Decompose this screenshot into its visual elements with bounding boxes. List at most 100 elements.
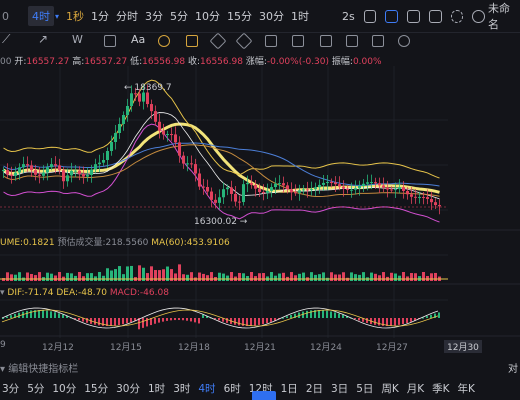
macd-bar [146, 318, 148, 327]
volume-bar [274, 275, 277, 281]
bottom-tf-3h[interactable]: 3时 [173, 381, 190, 396]
candle-body [58, 165, 61, 171]
macd-bar [174, 318, 176, 321]
macd-bar [310, 310, 312, 318]
candle-body [130, 93, 133, 106]
macd-bar [122, 318, 124, 325]
candle-body [410, 194, 413, 197]
candle-body [14, 172, 17, 176]
volume-bar [294, 275, 297, 281]
macd-bar [226, 318, 228, 323]
volume-ma: MA(60):453.9106 [151, 238, 230, 248]
macd-bar [286, 316, 288, 318]
candle-body [94, 164, 97, 170]
candle-body [50, 164, 53, 168]
bottom-tf-3d[interactable]: 3日 [331, 381, 348, 396]
volume-bar [18, 272, 21, 281]
macd-bar [186, 318, 188, 321]
candle-body [282, 183, 285, 186]
candle-body [398, 187, 401, 190]
macd-bar [38, 310, 40, 318]
candle-body [306, 189, 309, 191]
candle-body [370, 182, 373, 184]
volume-bar [202, 273, 205, 281]
date-tick: 12月27 [376, 343, 408, 353]
macd-bar [42, 310, 44, 318]
candle-body [234, 193, 237, 202]
volume-bar [262, 273, 265, 281]
candle-body [434, 202, 437, 206]
volume-bar [354, 274, 357, 281]
collapse-tab[interactable] [252, 391, 276, 400]
bottom-tf-5d[interactable]: 5日 [356, 381, 373, 396]
bottom-tf-week[interactable]: 周K [381, 381, 398, 396]
bottom-tf-15m[interactable]: 15分 [84, 381, 108, 396]
date-tick: 12月24 [310, 343, 342, 353]
candle-body [302, 189, 305, 191]
candle-body [406, 190, 409, 195]
candle-body [222, 189, 225, 198]
edit-indicator-bar[interactable]: 编辑快捷指标栏 [8, 364, 78, 375]
candle-body [262, 192, 265, 194]
macd-bar [158, 318, 160, 323]
volume-bar [198, 272, 201, 281]
volume-bar [46, 272, 49, 281]
candle-body [314, 187, 317, 190]
bottom-tf-4h[interactable]: 4时 [198, 381, 215, 396]
bottom-tf-quarter[interactable]: 季K [432, 381, 449, 396]
indicator-row-right[interactable]: 对 [508, 360, 518, 375]
macd-bar [330, 311, 332, 318]
macd-bar [378, 318, 380, 326]
macd-bar [198, 318, 200, 324]
macd-bar [86, 318, 88, 323]
macd-bar [262, 318, 264, 325]
macd-dif: DIF:-71.74 [7, 288, 54, 298]
volume-bar [382, 272, 385, 281]
candle-body [86, 174, 89, 177]
bottom-tf-1h[interactable]: 1时 [148, 381, 165, 396]
macd-bar [110, 318, 112, 326]
candle-body [2, 170, 5, 171]
candle-body [102, 160, 105, 163]
macd-bar [58, 313, 60, 318]
candle-body [114, 133, 117, 142]
candle-body [430, 198, 433, 203]
volume-bar [338, 274, 341, 281]
candle-body [66, 175, 69, 182]
volume-bar [258, 273, 261, 281]
candle-body [242, 184, 245, 203]
bottom-tf-10m[interactable]: 10分 [52, 381, 76, 396]
macd-bar [238, 318, 240, 326]
bottom-tf-3m[interactable]: 3分 [2, 381, 19, 396]
candle-body [38, 174, 41, 176]
candle-body [330, 182, 333, 184]
volume-bar [298, 273, 301, 281]
volume-bar [30, 273, 33, 281]
macd-bar [190, 318, 192, 322]
date-tick: 9 [0, 340, 6, 350]
macd-bar [114, 318, 116, 326]
volume-bar [222, 273, 225, 281]
candle-body [218, 197, 221, 203]
bottom-tf-2d[interactable]: 2日 [306, 381, 323, 396]
candle-body [246, 183, 249, 185]
date-tick-current: 12月30 [444, 340, 482, 353]
volume-bar [102, 275, 105, 281]
candle-body [346, 188, 349, 190]
bottom-tf-month[interactable]: 月K [407, 381, 424, 396]
candle-body [186, 163, 189, 165]
macd-bar [374, 318, 376, 325]
bottom-tf-5m[interactable]: 5分 [27, 381, 44, 396]
bottom-tf-1d[interactable]: 1日 [281, 381, 298, 396]
bottom-tf-year[interactable]: 年K [458, 381, 475, 396]
bottom-tf-30m[interactable]: 30分 [116, 381, 140, 396]
macd-bar [406, 318, 408, 323]
volume-bar [414, 273, 417, 281]
volume-bar [206, 275, 209, 281]
candle-body [198, 173, 201, 187]
date-tick: 12月15 [110, 343, 142, 353]
volume-bar [318, 274, 321, 281]
bottom-tf-6h[interactable]: 6时 [224, 381, 241, 396]
candle-body [278, 183, 281, 185]
date-tick: 12月12 [42, 343, 74, 353]
